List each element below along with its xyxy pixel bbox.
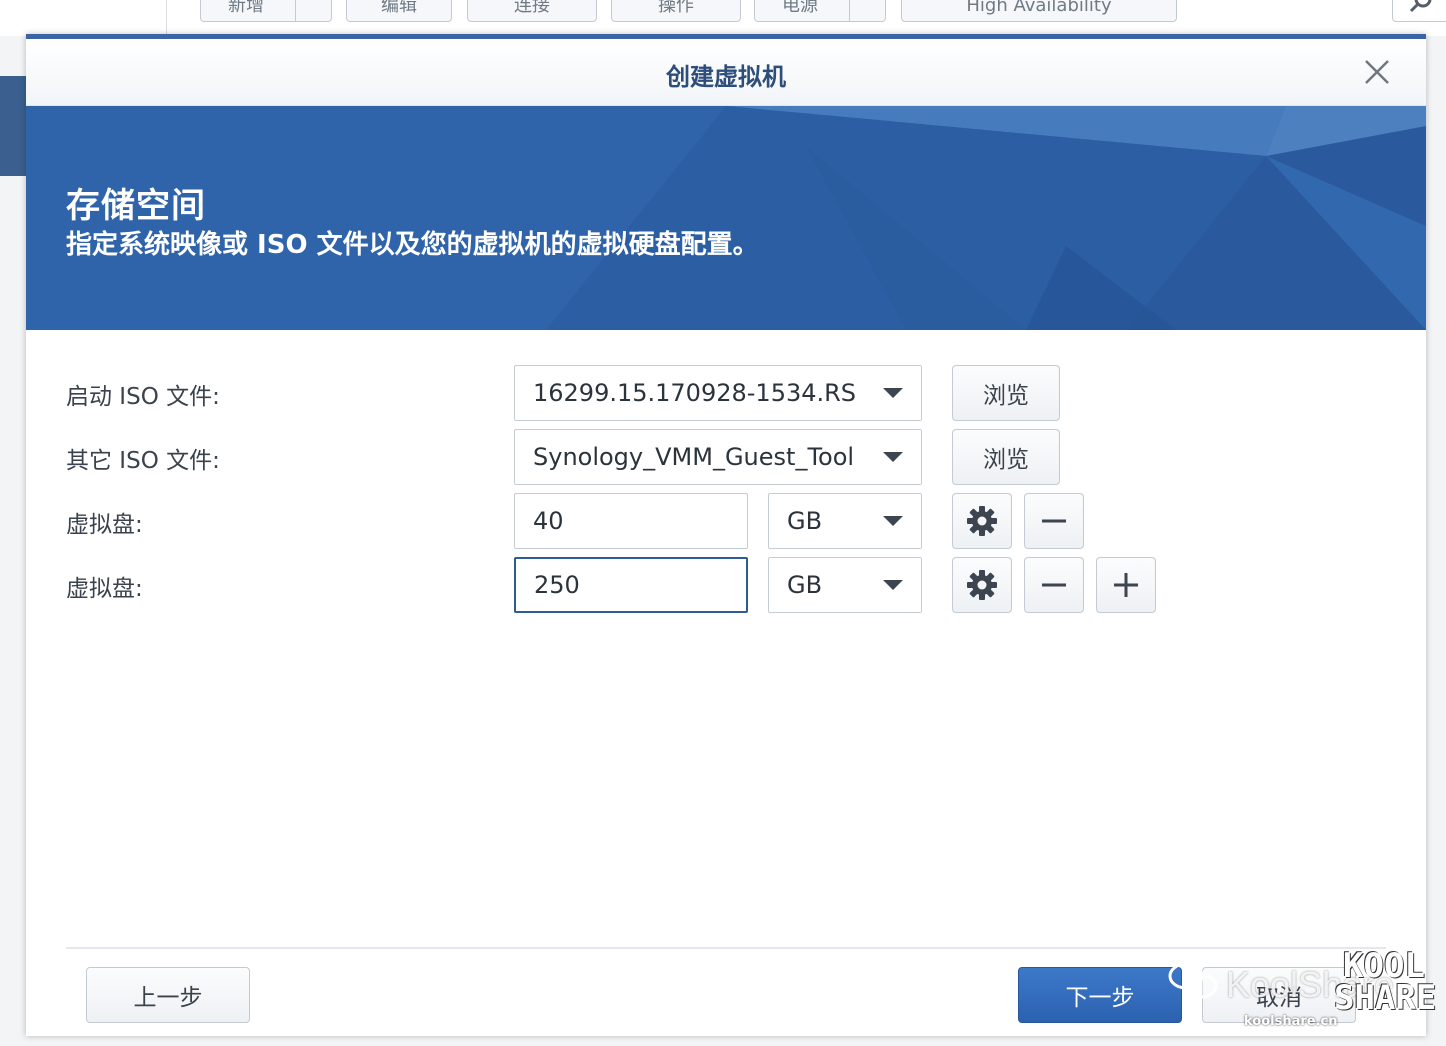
bg-connect-label: 连接 bbox=[514, 0, 550, 16]
banner-heading: 存储空间 bbox=[66, 186, 206, 226]
next-button[interactable]: 下一步 bbox=[1018, 967, 1182, 1023]
bg-edit-label: 编辑 bbox=[381, 0, 417, 16]
gear-icon bbox=[967, 506, 997, 536]
boot-iso-browse-button[interactable]: 浏览 bbox=[952, 365, 1060, 421]
disk-1-size-value: 40 bbox=[533, 507, 564, 535]
gear-icon bbox=[967, 570, 997, 600]
bg-action-button[interactable]: 操作 bbox=[611, 0, 741, 22]
bg-search-button[interactable] bbox=[1392, 0, 1446, 22]
disk-2-unit-value: GB bbox=[787, 571, 823, 599]
bg-add-button[interactable]: 新增 bbox=[200, 0, 332, 22]
toolbar-divider bbox=[166, 0, 167, 36]
dialog-titlebar: 创建虚拟机 bbox=[26, 39, 1426, 106]
dropdown-caret-icon[interactable] bbox=[865, 558, 921, 612]
step-banner: 存储空间 指定系统映像或 ISO 文件以及您的虚拟机的虚拟硬盘配置。 bbox=[26, 106, 1426, 330]
background-toolbar: 新增 编辑 连接 操作 电源 High Availability bbox=[0, 0, 1446, 36]
bg-ha-label: High Availability bbox=[966, 0, 1112, 16]
disk-1-label: 虚拟盘: bbox=[66, 512, 143, 538]
close-icon[interactable] bbox=[1362, 57, 1392, 87]
minus-icon bbox=[1042, 583, 1066, 587]
other-iso-value: Synology_VMM_Guest_Tool bbox=[533, 443, 855, 471]
bg-add-label: 新增 bbox=[228, 0, 264, 16]
disk-2-settings-button[interactable] bbox=[952, 557, 1012, 613]
add-disk-button[interactable] bbox=[1096, 557, 1156, 613]
other-iso-select[interactable]: Synology_VMM_Guest_Tool bbox=[514, 429, 922, 485]
disk-2-size-value: 250 bbox=[534, 571, 580, 599]
banner-description: 指定系统映像或 ISO 文件以及您的虚拟机的虚拟硬盘配置。 bbox=[66, 230, 759, 260]
disk-1-remove-button[interactable] bbox=[1024, 493, 1084, 549]
bg-connect-button[interactable]: 连接 bbox=[467, 0, 597, 22]
bg-power-label: 电源 bbox=[782, 0, 818, 16]
disk-2-label: 虚拟盘: bbox=[66, 576, 143, 602]
dialog-title: 创建虚拟机 bbox=[666, 63, 786, 91]
back-button-label: 上一步 bbox=[133, 985, 203, 1011]
dropdown-caret-icon[interactable] bbox=[865, 430, 921, 484]
dropdown-caret-icon[interactable] bbox=[865, 494, 921, 548]
create-vm-dialog: 创建虚拟机 存储空间 指定系统映像或 ISO 文件以及您的虚拟机的虚拟硬盘配置。… bbox=[26, 34, 1426, 1036]
disk-2-unit-select[interactable]: GB bbox=[768, 557, 922, 613]
boot-iso-select[interactable]: 16299.15.170928-1534.RS bbox=[514, 365, 922, 421]
bg-power-split[interactable] bbox=[849, 0, 885, 21]
background-sidebar-highlight bbox=[0, 76, 26, 176]
disk-1-unit-value: GB bbox=[787, 507, 823, 535]
bg-edit-button[interactable]: 编辑 bbox=[346, 0, 452, 22]
other-iso-label: 其它 ISO 文件: bbox=[66, 448, 220, 474]
other-iso-browse-label: 浏览 bbox=[983, 447, 1029, 473]
back-button[interactable]: 上一步 bbox=[86, 967, 250, 1023]
minus-icon bbox=[1042, 519, 1066, 523]
search-icon bbox=[1409, 0, 1432, 13]
disk-2-remove-button[interactable] bbox=[1024, 557, 1084, 613]
disk-1-unit-select[interactable]: GB bbox=[768, 493, 922, 549]
bg-add-split[interactable] bbox=[295, 0, 331, 21]
next-button-label: 下一步 bbox=[1065, 985, 1135, 1011]
disk-2-size-input[interactable]: 250 bbox=[514, 557, 748, 613]
disk-1-settings-button[interactable] bbox=[952, 493, 1012, 549]
bg-action-label: 操作 bbox=[658, 0, 694, 16]
boot-iso-value: 16299.15.170928-1534.RS bbox=[533, 379, 857, 407]
cancel-button-label: 取消 bbox=[1256, 985, 1302, 1011]
boot-iso-browse-label: 浏览 bbox=[983, 383, 1029, 409]
dropdown-caret-icon[interactable] bbox=[865, 366, 921, 420]
footer-divider bbox=[66, 947, 1386, 949]
banner-background bbox=[26, 106, 1426, 330]
plus-icon bbox=[1114, 573, 1138, 597]
bg-power-button[interactable]: 电源 bbox=[754, 0, 886, 22]
other-iso-browse-button[interactable]: 浏览 bbox=[952, 429, 1060, 485]
boot-iso-label: 启动 ISO 文件: bbox=[66, 384, 220, 410]
bg-ha-button[interactable]: High Availability bbox=[901, 0, 1177, 22]
cancel-button[interactable]: 取消 bbox=[1202, 967, 1356, 1023]
disk-1-size-input[interactable]: 40 bbox=[514, 493, 748, 549]
